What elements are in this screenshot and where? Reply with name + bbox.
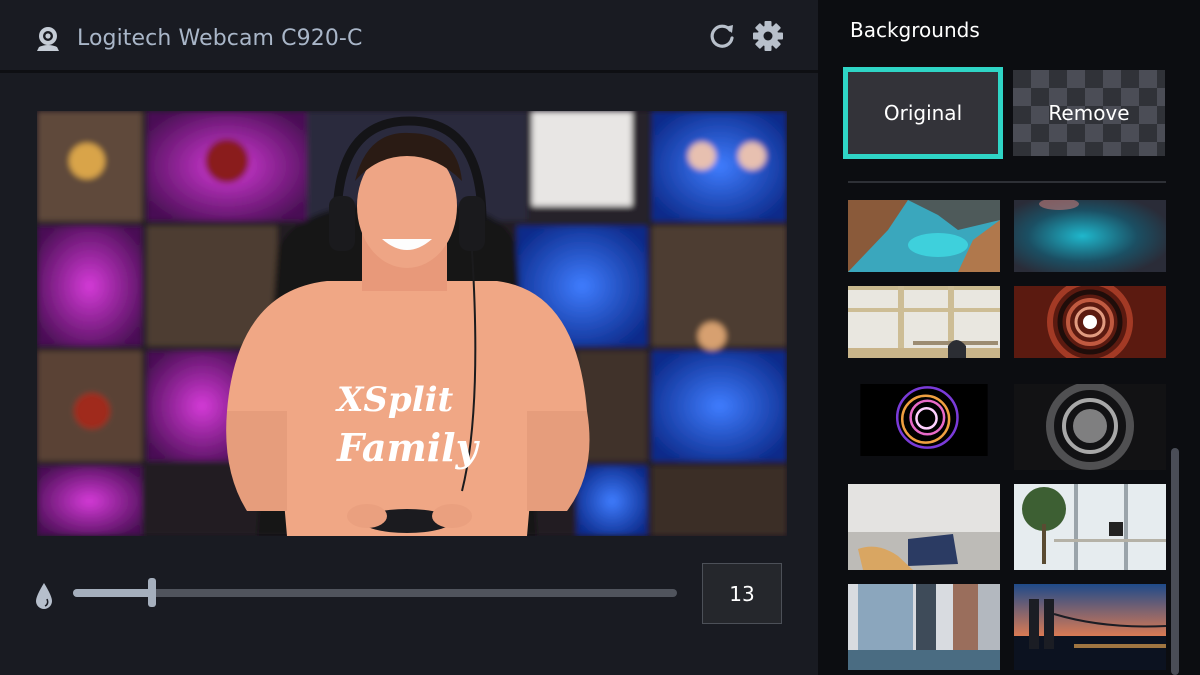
- blur-slider-fill: [73, 589, 152, 597]
- blur-slider[interactable]: [73, 578, 677, 607]
- section-divider: [848, 181, 1166, 183]
- webcam-icon: [37, 27, 59, 51]
- thumbnail-city-buildings[interactable]: [848, 584, 1000, 670]
- backgrounds-panel: Backgrounds Original Remove: [818, 0, 1200, 675]
- webcam-preview: XSplit Family: [37, 111, 787, 536]
- shirt-logo-text: XSplit: [335, 380, 454, 420]
- blur-slider-handle[interactable]: [147, 578, 156, 607]
- webcam-feed-image: XSplit Family: [37, 111, 787, 536]
- camera-name: Logitech Webcam C920-C: [77, 26, 363, 51]
- camera-panel: Logitech Webcam C920-C XSplit Family 13: [0, 0, 818, 675]
- refresh-icon[interactable]: [706, 20, 738, 52]
- thumbnail-red-tunnel[interactable]: [1014, 286, 1166, 358]
- thumbnail-window-office[interactable]: [848, 286, 1000, 358]
- thumbnail-coastal-cove[interactable]: [848, 200, 1000, 272]
- app-window: Logitech Webcam C920-C XSplit Family 13 …: [0, 0, 1200, 675]
- thumbnail-teal-blur[interactable]: [1014, 200, 1166, 272]
- thumbnail-office-plant[interactable]: [1014, 484, 1166, 570]
- camera-header: Logitech Webcam C920-C: [0, 0, 818, 73]
- thumbnail-grey-spiral-stairs[interactable]: [1014, 384, 1166, 470]
- backgrounds-scrollbar[interactable]: [1171, 448, 1179, 675]
- gear-icon[interactable]: [750, 18, 786, 54]
- blur-value-field[interactable]: 13: [702, 563, 782, 624]
- backgrounds-heading: Backgrounds: [850, 18, 980, 42]
- thumbnail-bridge-night[interactable]: [1014, 584, 1166, 670]
- droplet-icon: [36, 583, 52, 609]
- background-original-button[interactable]: Original: [843, 67, 1003, 159]
- thumbnail-sofa-guitar[interactable]: [848, 484, 1000, 570]
- background-remove-button[interactable]: Remove: [1013, 70, 1165, 156]
- svg-text:Family: Family: [336, 425, 481, 470]
- thumbnail-light-spiral[interactable]: [848, 384, 1000, 456]
- blur-control: 13: [0, 560, 818, 630]
